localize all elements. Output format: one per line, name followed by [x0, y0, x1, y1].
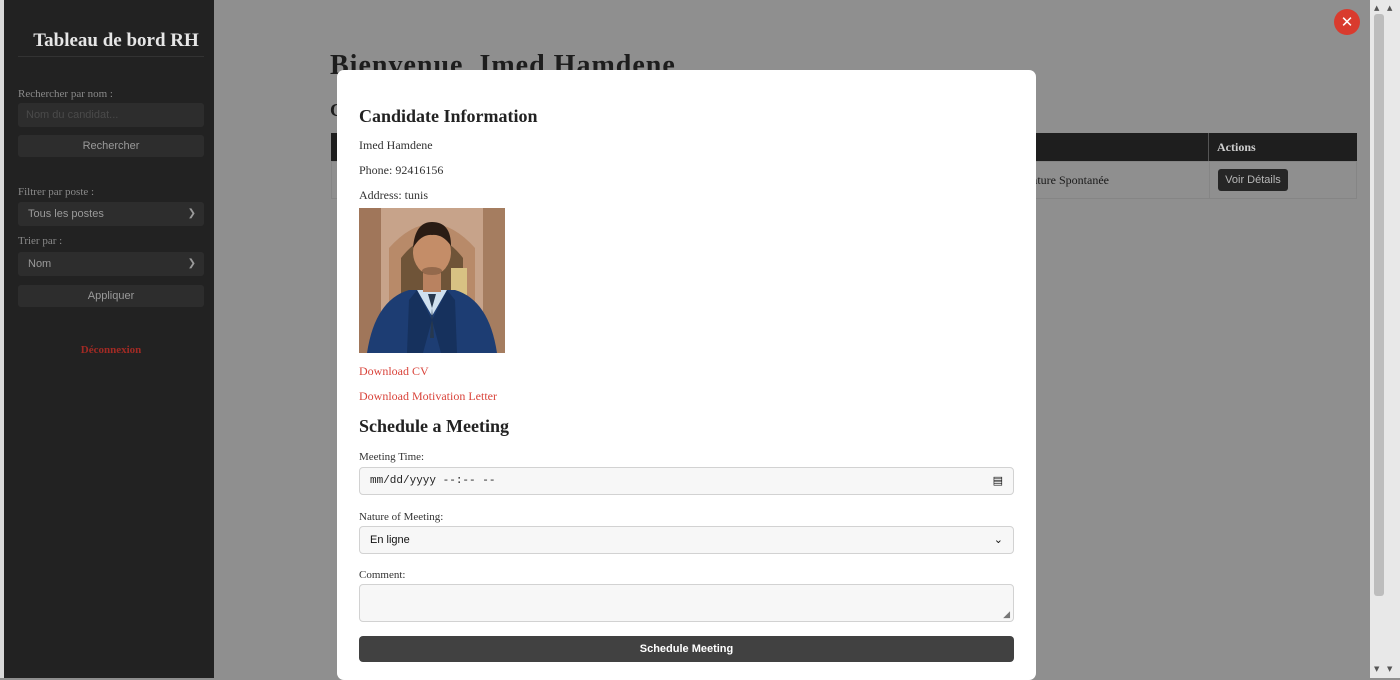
schedule-meeting-heading: Schedule a Meeting [359, 416, 509, 436]
scroll-down-icon[interactable]: ▼ [1387, 665, 1392, 673]
table-cell-actions: Voir Détails [1209, 162, 1359, 198]
calendar-icon[interactable]: ▤ [993, 468, 1003, 494]
resize-grip-icon[interactable]: ◢ [1003, 610, 1010, 620]
search-button[interactable]: Rechercher [18, 135, 204, 157]
candidate-name: Imed Hamdene [359, 138, 433, 152]
search-label: Rechercher par nom : [18, 88, 113, 100]
filter-label: Filtrer par poste : [18, 186, 95, 198]
candidate-modal: Candidate Information Imed Hamdene Phone… [337, 70, 1036, 680]
apply-button[interactable]: Appliquer [18, 285, 204, 307]
filter-select-value: Tous les postes [28, 208, 104, 220]
sort-select-value: Nom [28, 258, 52, 270]
sidebar-divider [18, 56, 204, 57]
chevron-down-icon: ❯ [187, 258, 196, 269]
search-input[interactable] [18, 103, 204, 127]
comment-label: Comment: [359, 569, 406, 581]
chevron-down-icon: ⌄ [993, 533, 1003, 546]
filter-select[interactable]: Tous les postes ❯ [18, 202, 204, 226]
sort-select[interactable]: Nom ❯ [18, 252, 204, 276]
meeting-nature-select[interactable]: En ligne ⌄ [359, 526, 1014, 554]
meeting-time-input[interactable]: mm/dd/yyyy --:-- -- ▤ [359, 467, 1014, 495]
download-cv-link[interactable]: Download CV [359, 364, 429, 379]
sort-label: Trier par : [18, 235, 63, 247]
sidebar: Tableau de bord RH Rechercher par nom : … [0, 0, 214, 678]
logout-link[interactable]: Déconnexion [18, 344, 204, 356]
meeting-time-label: Meeting Time: [359, 451, 425, 463]
actions-column-header: Actions [1208, 133, 1357, 161]
download-motivation-letter-link[interactable]: Download Motivation Letter [359, 389, 497, 404]
candidate-phone: Phone: 92416156 [359, 163, 444, 177]
meeting-nature-label: Nature of Meeting: [359, 511, 444, 523]
table-cell-nature: ature Spontanée [1032, 173, 1109, 187]
meeting-time-value: mm/dd/yyyy --:-- -- [370, 475, 496, 487]
candidate-info-heading: Candidate Information [359, 106, 538, 126]
scroll-up-icon[interactable]: ▲ [1374, 4, 1379, 12]
sidebar-title: Tableau de bord RH [33, 30, 199, 51]
comment-textarea[interactable]: ◢ [359, 584, 1014, 622]
schedule-meeting-button[interactable]: Schedule Meeting [359, 636, 1014, 662]
candidate-photo [359, 208, 505, 353]
close-icon[interactable]: ✕ [1334, 9, 1360, 35]
view-details-button[interactable]: Voir Détails [1218, 169, 1288, 191]
chevron-down-icon: ❯ [187, 208, 196, 219]
candidate-photo-image [359, 208, 505, 353]
meeting-nature-value: En ligne [370, 534, 410, 546]
scrollbar-thumb[interactable] [1374, 14, 1384, 596]
scroll-up-icon[interactable]: ▲ [1387, 4, 1392, 12]
candidate-address: Address: tunis [359, 188, 428, 202]
scroll-down-icon[interactable]: ▼ [1374, 665, 1379, 673]
